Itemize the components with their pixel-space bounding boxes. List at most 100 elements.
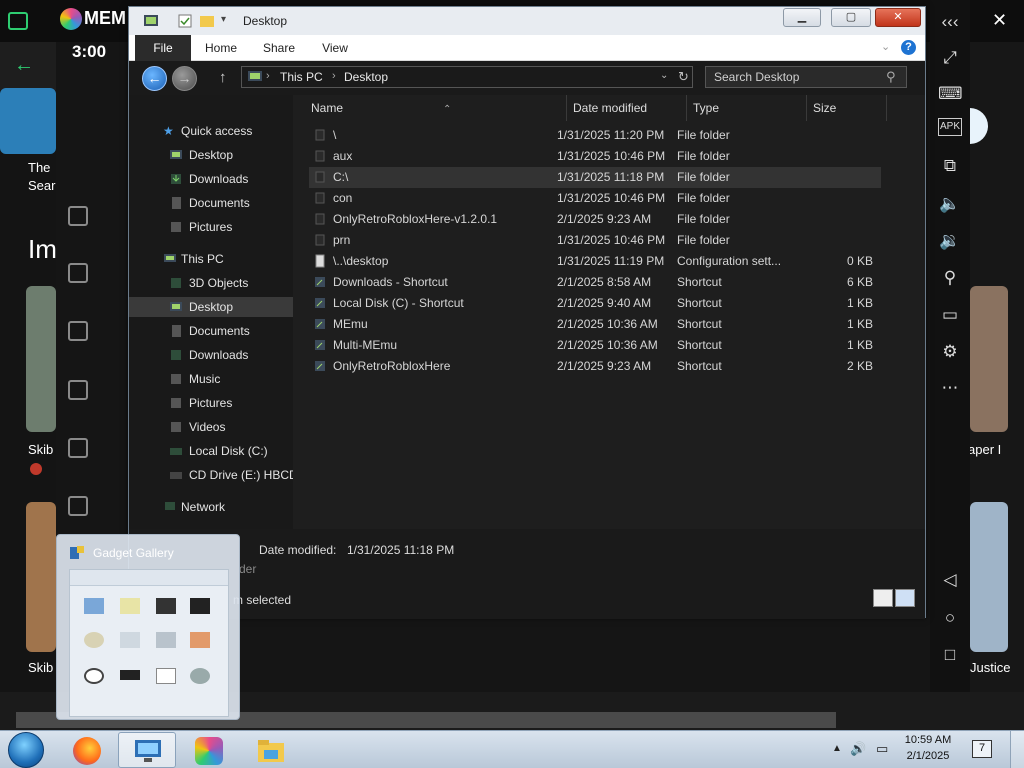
breadcrumb-this-pc[interactable]: This PC	[280, 70, 323, 84]
keyboard-icon[interactable]: ⌨	[938, 82, 963, 106]
search-icon[interactable]: ⚲	[886, 69, 896, 85]
table-row[interactable]: \ 1/31/2025 11:20 PM File folder	[309, 125, 881, 146]
tab-share[interactable]: Share	[253, 35, 305, 61]
taskbar-file-manager[interactable]	[242, 732, 300, 768]
breadcrumb-separator[interactable]: ›	[266, 70, 270, 82]
nav-qa-desktop[interactable]: Desktop	[129, 145, 293, 165]
table-row[interactable]: con 1/31/2025 10:46 PM File folder	[309, 188, 881, 209]
taskbar-firefox[interactable]	[58, 732, 116, 768]
address-bar[interactable]: › This PC › Desktop ⌄ ↻	[241, 66, 693, 88]
breadcrumb-separator[interactable]: ›	[332, 70, 336, 82]
clock-date[interactable]: 2/1/2025	[898, 750, 958, 762]
nav-this-pc[interactable]: This PC	[129, 249, 293, 269]
details-view-button[interactable]	[873, 589, 893, 607]
folder-icon[interactable]: ▭	[938, 303, 962, 327]
quick-access-toolbar-dropdown-icon[interactable]: ▾	[221, 14, 226, 25]
checkbox[interactable]	[68, 321, 88, 341]
tab-view[interactable]: View	[309, 35, 361, 61]
minimize-button[interactable]: ▁	[783, 8, 821, 27]
tab-file[interactable]: File	[135, 35, 191, 61]
table-row[interactable]: OnlyRetroRobloxHere-v1.2.0.1 2/1/2025 9:2…	[309, 209, 881, 230]
network-tray-icon[interactable]: ▭	[876, 741, 888, 757]
forward-button[interactable]: →	[172, 66, 197, 91]
column-header-date[interactable]: Date modified	[567, 95, 687, 121]
column-header-name[interactable]: Name ⌃	[305, 95, 567, 121]
address-history-dropdown-icon[interactable]: ⌄	[660, 70, 668, 81]
table-row[interactable]: Multi-MEmu 2/1/2025 10:36 AM Shortcut 1 KB	[309, 335, 881, 356]
expand-ribbon-icon[interactable]: ⌄	[881, 40, 890, 53]
column-header-type[interactable]: Type	[687, 95, 807, 121]
android-back-icon[interactable]: ◁	[938, 568, 962, 592]
app-banner-thumbnail[interactable]	[0, 88, 56, 154]
nav-qa-documents[interactable]: Documents	[129, 193, 293, 213]
nav-documents[interactable]: Documents	[129, 321, 293, 341]
nav-qa-downloads[interactable]: Downloads	[129, 169, 293, 189]
location-icon[interactable]: ⚲	[938, 266, 962, 290]
image-thumbnail-1[interactable]	[26, 286, 56, 432]
settings-icon[interactable]: ⚙	[938, 340, 962, 364]
table-row[interactable]: Downloads - Shortcut 2/1/2025 8:58 AM Shor…	[309, 272, 881, 293]
help-icon[interactable]: ?	[901, 40, 916, 55]
table-row[interactable]: MEmu 2/1/2025 10:36 AM Shortcut 1 KB	[309, 314, 881, 335]
nav-network[interactable]: Network	[129, 497, 293, 517]
nav-local-disk[interactable]: Local Disk (C:)	[129, 441, 293, 461]
nav-music[interactable]: Music	[129, 369, 293, 389]
checkbox[interactable]	[68, 438, 88, 458]
close-button[interactable]: ✕	[875, 8, 921, 27]
search-input[interactable]: Search Desktop ⚲	[705, 66, 907, 88]
image-thumbnail-2[interactable]	[26, 502, 56, 652]
clock-time[interactable]: 10:59 AM	[898, 734, 958, 746]
multi-window-icon[interactable]: ⧉	[938, 154, 962, 178]
up-arrow-icon[interactable]: ↑	[219, 69, 227, 86]
breadcrumb-desktop[interactable]: Desktop	[344, 70, 388, 84]
nav-downloads[interactable]: Downloads	[129, 345, 293, 365]
properties-icon[interactable]	[177, 13, 193, 29]
window-titlebar[interactable]: ▾ Desktop ▁ ▢ ✕	[129, 7, 925, 35]
nav-videos[interactable]: Videos	[129, 417, 293, 437]
checkbox[interactable]	[68, 380, 88, 400]
refresh-icon[interactable]: ↻	[678, 69, 689, 85]
taskbar-memu[interactable]	[180, 732, 238, 768]
new-folder-icon[interactable]	[199, 13, 215, 29]
nav-3d-objects[interactable]: 3D Objects	[129, 273, 293, 293]
volume-up-icon[interactable]: 🔈	[938, 192, 962, 216]
nav-pictures[interactable]: Pictures	[129, 393, 293, 413]
table-row[interactable]: Local Disk (C) - Shortcut 2/1/2025 9:40 A…	[309, 293, 881, 314]
table-row[interactable]: aux 1/31/2025 10:46 PM File folder	[309, 146, 881, 167]
maximize-button[interactable]: ▢	[831, 8, 871, 27]
notification-icon[interactable]: 7	[972, 740, 992, 758]
checkbox[interactable]	[68, 496, 88, 516]
image-thumbnail-right-1[interactable]	[970, 286, 1008, 432]
checkbox[interactable]	[68, 263, 88, 283]
collapse-icon[interactable]: ‹‹‹	[938, 10, 962, 34]
tab-home[interactable]: Home	[195, 35, 247, 61]
table-row[interactable]: \..\desktop 1/31/2025 11:19 PM Configurati…	[309, 251, 881, 272]
emulator-close-icon[interactable]: ✕	[992, 10, 1007, 31]
fullscreen-icon[interactable]: ⤢	[938, 46, 962, 70]
android-home-icon[interactable]: ○	[938, 606, 962, 630]
taskbar-explorer[interactable]	[118, 732, 176, 768]
android-recents-icon[interactable]: □	[938, 643, 962, 667]
volume-icon[interactable]: 🔊	[850, 741, 866, 757]
back-arrow-icon[interactable]: ←	[14, 54, 34, 77]
more-icon[interactable]: ⋯	[938, 376, 962, 400]
nav-cd-drive[interactable]: CD Drive (E:) HBCD_	[129, 465, 293, 485]
back-button[interactable]: ←	[142, 66, 167, 91]
gamepad-icon[interactable]	[8, 12, 28, 30]
table-row[interactable]: OnlyRetroRobloxHere 2/1/2025 9:23 AM Short…	[309, 356, 881, 377]
large-icons-view-button[interactable]	[895, 589, 915, 607]
gadget-gallery-preview[interactable]: Gadget Gallery	[56, 534, 240, 720]
tray-expand-icon[interactable]: ▲	[832, 743, 842, 754]
apk-icon[interactable]: APK	[938, 118, 962, 136]
volume-down-icon[interactable]: 🔉	[938, 229, 962, 253]
table-row[interactable]: prn 1/31/2025 10:46 PM File folder	[309, 230, 881, 251]
image-thumbnail-right-2[interactable]	[970, 502, 1008, 652]
nav-desktop-selected[interactable]: Desktop	[129, 297, 293, 317]
show-desktop-button[interactable]	[1010, 731, 1024, 768]
checkbox[interactable]	[68, 206, 88, 226]
start-button[interactable]	[8, 732, 44, 768]
table-row[interactable]: C:\ 1/31/2025 11:18 PM File folder	[309, 167, 881, 188]
nav-quick-access[interactable]: ★ Quick access	[129, 121, 293, 141]
column-header-size[interactable]: Size	[807, 95, 887, 121]
nav-qa-pictures[interactable]: Pictures	[129, 217, 293, 237]
